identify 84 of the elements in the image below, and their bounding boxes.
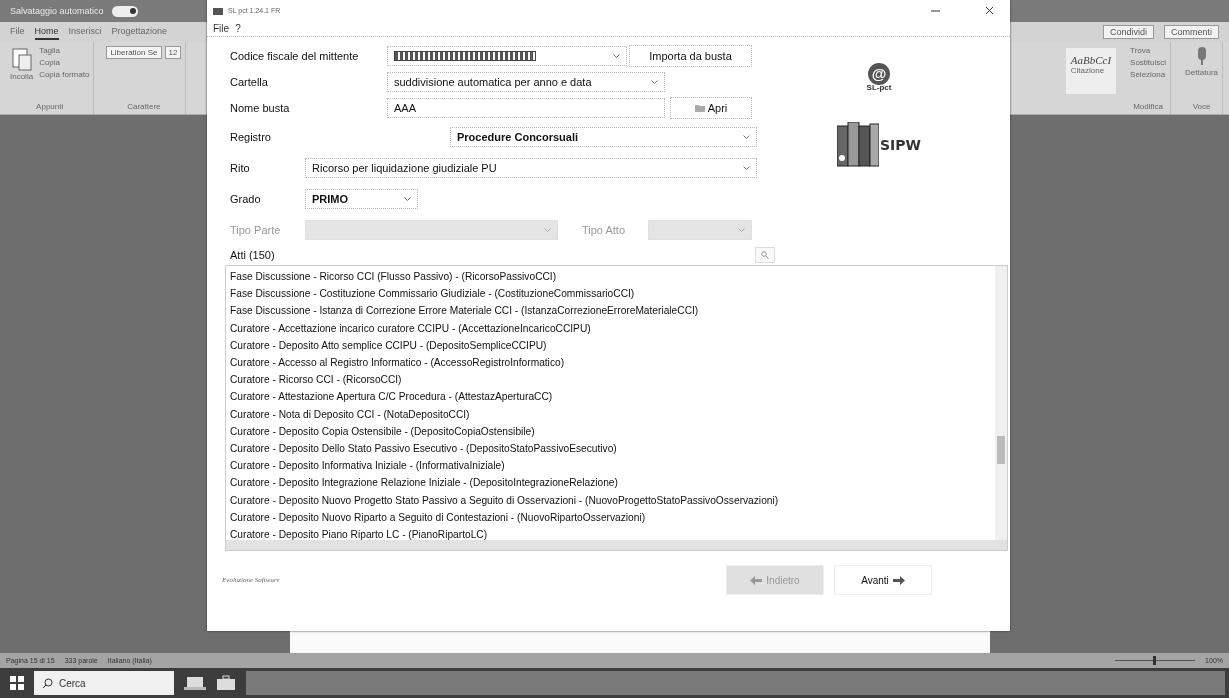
chevron-down-icon <box>651 80 658 84</box>
books-logo: SIPW <box>837 122 921 168</box>
list-item[interactable]: Curatore - Deposito Integrazione Relazione Iniziale - (DepositoIntegrazioneRelazione) <box>230 474 991 492</box>
dictation-label[interactable]: Dettatura <box>1185 68 1218 77</box>
app-icon <box>213 5 223 15</box>
list-item[interactable]: Fase Discussione - Ricorso CCI (Flusso Passivo) - (RicorsoPassivoCCI) <box>230 268 991 286</box>
briefcase-icon[interactable] <box>216 675 236 691</box>
editing-command[interactable]: Sostituisci <box>1130 58 1167 67</box>
folder-dropdown[interactable]: suddivisione automatica per anno e data <box>387 72 665 92</box>
comments-button[interactable]: Commenti <box>1164 25 1219 39</box>
registry-dropdown[interactable]: Procedure Concorsuali <box>450 126 757 147</box>
search-icon <box>761 251 769 259</box>
group-label: Carattere <box>127 102 161 111</box>
taskbar-search-field[interactable]: Cerca <box>34 671 174 695</box>
field-label: Codice fiscale del mittente <box>230 50 360 62</box>
menu-item[interactable]: ? <box>235 22 241 34</box>
list-item[interactable]: Curatore - Deposito Atto semplice CCIPU - (DepositoSempliceCCIPU) <box>230 336 991 354</box>
ribbon-tab[interactable]: Progettazione <box>111 24 168 40</box>
menu-item[interactable]: File <box>213 22 230 34</box>
clipboard-icon[interactable] <box>10 46 33 72</box>
chevron-down-icon <box>738 227 745 232</box>
import-button[interactable]: Importa da busta <box>629 45 752 67</box>
list-item[interactable]: Curatore - Accesso al Registro Informatico - (AccessoRegistroInformatico) <box>230 354 991 372</box>
group-label: Modifica <box>1133 102 1163 111</box>
style-gallery-item[interactable]: AaBbCcI Citazione <box>1065 48 1117 94</box>
close-icon[interactable] <box>985 5 994 15</box>
laptop-icon[interactable] <box>184 675 206 691</box>
autosave-toggle[interactable] <box>111 5 138 17</box>
editing-command[interactable]: Trova <box>1130 46 1167 55</box>
open-button[interactable]: Apri <box>670 97 752 119</box>
cut-label[interactable]: Taglia <box>39 46 90 55</box>
list-item[interactable]: Curatore - Deposito Informativa Iniziale - (InformativaIniziale) <box>230 457 991 475</box>
right-arrow-icon <box>892 575 905 585</box>
chevron-down-icon <box>743 165 750 170</box>
chevron-down-icon <box>743 134 750 139</box>
editing-command[interactable]: Seleziona <box>1130 70 1167 79</box>
horizontal-scrollbar[interactable] <box>226 540 1007 550</box>
chevron-down-icon <box>404 196 411 201</box>
list-item[interactable]: Curatore - Deposito Nuovo Progetto Stato Passivo a Seguito di Osservazioni - (NuovoProgettoStatoPassivoOsservazioni) <box>230 491 991 509</box>
chevron-down-icon <box>613 54 620 58</box>
field-label: Cartella <box>230 76 269 88</box>
chevron-down-icon <box>544 227 551 232</box>
list-item[interactable]: Curatore - Ricorso CCI - (RicorsoCCI) <box>230 371 991 389</box>
search-icon <box>42 677 53 689</box>
at-sign-logo: @ SL-pct <box>866 63 892 92</box>
zoom-slider-thumb[interactable] <box>1153 656 1157 665</box>
format-painter-label[interactable]: Copia formato <box>39 70 90 79</box>
field-label: Nome busta <box>230 102 291 114</box>
field-label: Rito <box>230 161 251 174</box>
list-item[interactable]: Fase Discussione - Costituzione Commissario Giudiziale - (CostituzioneCommissarioCCI) <box>230 285 991 303</box>
windows-logo-icon[interactable] <box>10 676 24 690</box>
list-item[interactable]: Curatore - Deposito Dello Stato Passivo Esecutivo - (DepositoStatoPassivoEsecutivo) <box>230 440 991 458</box>
list-item[interactable]: Curatore - Nota di Deposito CCI - (NotaDepositoCCI) <box>230 405 991 423</box>
rite-dropdown[interactable]: Ricorso per liquidazione giudiziale PU <box>305 157 757 178</box>
group-label: Voce <box>1192 102 1211 111</box>
folder-icon <box>694 104 705 112</box>
acts-label: Atti (150) <box>230 249 275 261</box>
autosave-label: Salvataggio automatico <box>10 6 104 16</box>
list-item[interactable]: Curatore - Accettazione incarico curatore CCIPU - (AccettazioneIncaricoCCIPU) <box>230 319 991 337</box>
font-size-field[interactable]: 12 <box>164 46 182 59</box>
ribbon-tab[interactable]: Home <box>34 24 59 40</box>
envelope-name-field[interactable]: AAA <box>387 98 665 118</box>
font-name-field[interactable]: Liberation Se <box>106 46 162 59</box>
sender-tax-code-dropdown[interactable] <box>387 46 627 66</box>
list-item[interactable]: Curatore - Deposito Piano Riparto LC - (PianoRipartoLC) <box>230 526 991 540</box>
list-item[interactable]: Curatore - Attestazione Apertura C/C Procedura - (AttestazAperturaCC) <box>230 388 991 406</box>
search-button[interactable] <box>755 247 775 263</box>
field-label: Tipo Parte <box>230 223 282 236</box>
paste-label[interactable]: Incolla <box>10 72 34 81</box>
list-item[interactable]: Curatore - Deposito Nuovo Riparto a Seguito di Contestazioni - (NuovoRipartoOsservazioni) <box>230 508 991 527</box>
list-item[interactable]: Fase Discussione - Istanza di Correzione Errore Materiale CCI - (IstanzaCorrezioneErroreMaterialeCCI) <box>230 302 991 320</box>
list-item[interactable]: Curatore - Deposito Copia Ostensibile - (DepositoCopiaOstensibile) <box>230 422 991 441</box>
vertical-scrollbar[interactable] <box>995 266 1007 540</box>
next-button[interactable]: Avanti <box>834 565 932 595</box>
field-label: Registro <box>230 130 272 143</box>
degree-dropdown[interactable]: PRIMO <box>305 188 418 209</box>
copy-label[interactable]: Copia <box>39 58 90 67</box>
left-arrow-icon <box>750 575 763 585</box>
share-button[interactable]: Condividi <box>1102 25 1154 39</box>
group-label: Appunti <box>36 102 64 111</box>
field-label: Tipo Atto <box>582 223 626 236</box>
field-label: Grado <box>230 192 262 205</box>
ribbon-tab[interactable]: File <box>10 24 25 40</box>
ribbon-tab[interactable]: Inserisci <box>68 24 102 40</box>
